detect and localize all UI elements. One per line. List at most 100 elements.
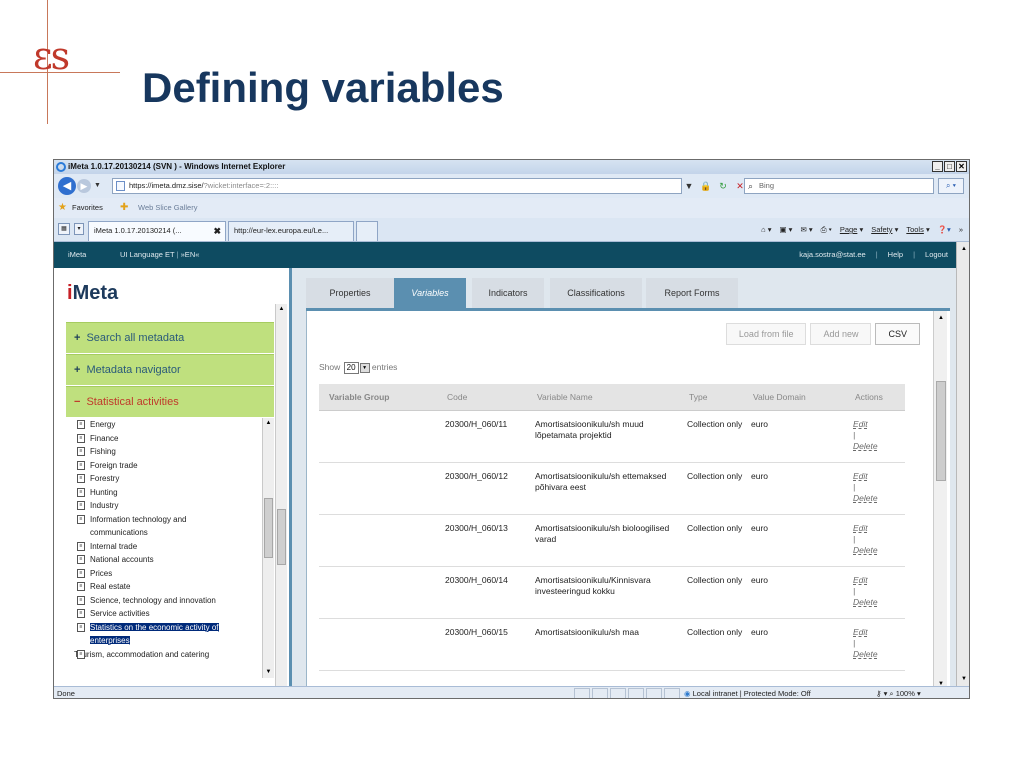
cell-domain: euro (743, 410, 845, 463)
add-new-button[interactable]: Add new (810, 323, 872, 345)
category-item[interactable]: ≡ Fishing (66, 445, 274, 459)
scroll-down-icon[interactable]: ▼ (959, 674, 969, 684)
category-item[interactable]: Tourism, accommodation and catering (66, 648, 274, 661)
delete-link[interactable]: Delete (853, 545, 878, 555)
edit-link[interactable]: Edit (853, 419, 868, 429)
category-item[interactable]: ≡ Forestry (66, 472, 274, 486)
category-item[interactable]: ≡ Service activities (66, 607, 274, 621)
zoom-control[interactable]: ⚷ ▾ ⌕ 100% ▾ (876, 687, 921, 698)
category-label: Internal trade (90, 541, 138, 551)
help-icon[interactable]: ❓▾ (938, 218, 951, 242)
category-item[interactable]: ≡ National accounts (66, 553, 274, 567)
scroll-up-icon[interactable]: ▲ (264, 419, 273, 428)
user-email[interactable]: kaja.sostra@stat.ee (799, 242, 865, 268)
category-list-scrollbar[interactable]: ▲ ▼ (262, 418, 274, 678)
search-go-button[interactable]: ⌕ ▾ (938, 178, 964, 194)
column-header[interactable]: Value Domain (743, 384, 845, 411)
maximize-button[interactable]: □ (944, 161, 955, 172)
safety-menu[interactable]: Safety ▾ (871, 218, 898, 242)
category-item[interactable]: ≡ Information technology and communicatio… (66, 513, 246, 540)
url-input[interactable]: https://imeta.dmz.sise/?wicket:interface… (112, 178, 682, 194)
forward-button[interactable]: ▶ (77, 179, 91, 193)
page-menu[interactable]: Page ▾ (840, 218, 863, 242)
entries-select[interactable]: 20 (343, 362, 359, 374)
csv-button[interactable]: CSV (875, 323, 920, 345)
category-item[interactable]: ≡ Energy (66, 418, 274, 432)
category-item[interactable]: ≡ Hunting (66, 486, 274, 500)
new-tab-button[interactable] (356, 221, 378, 241)
language-selector[interactable]: »EN« (181, 250, 200, 259)
logout-link[interactable]: Logout (925, 242, 948, 268)
edit-link[interactable]: Edit (853, 575, 868, 585)
favorites-star-icon[interactable]: ★ (58, 198, 67, 218)
edit-link[interactable]: Edit (853, 523, 868, 533)
search-input[interactable]: ⌕ Bing (744, 178, 934, 194)
accordion-statistical-activities[interactable]: − Statistical activities (66, 386, 274, 417)
category-item[interactable]: ≡ Industry (66, 499, 274, 513)
pane-divider[interactable] (289, 268, 292, 686)
tab-variables[interactable]: Variables (394, 278, 466, 308)
accordion-metadata-navigator[interactable]: + Metadata navigator (66, 354, 274, 385)
accordion-search-all-metadata[interactable]: + Search all metadata (66, 322, 274, 353)
edit-link[interactable]: Edit (853, 627, 868, 637)
back-button[interactable]: ◀ (58, 177, 76, 195)
delete-link[interactable]: Delete (853, 441, 878, 451)
edit-link[interactable]: Edit (853, 471, 868, 481)
column-header[interactable]: Variable Name (527, 384, 679, 411)
tab-indicators[interactable]: Indicators (472, 278, 544, 308)
web-slice-gallery-link[interactable]: Web Slice Gallery (138, 198, 197, 218)
column-header[interactable]: Variable Group (319, 384, 437, 411)
url-dropdown-icon[interactable]: ▼ (682, 178, 696, 194)
delete-link[interactable]: Delete (853, 493, 878, 503)
category-item[interactable]: ≡ Prices (66, 567, 274, 581)
category-item[interactable]: ≡ Science, technology and innovation (66, 594, 274, 608)
category-item[interactable]: ≡ Foreign trade (66, 459, 274, 473)
home-link[interactable]: iMeta (68, 242, 86, 268)
delete-link[interactable]: Delete (853, 649, 878, 659)
tab-classifications[interactable]: Classifications (550, 278, 642, 308)
scroll-thumb[interactable] (277, 509, 286, 565)
tab-report-forms[interactable]: Report Forms (646, 278, 738, 308)
panel-scrollbar[interactable]: ▲ ▼ (933, 311, 947, 686)
sidebar-scrollbar[interactable]: ▲ ▼ (275, 304, 287, 686)
browser-tab-eurlex[interactable]: http://eur-lex.europa.eu/Le... (228, 221, 354, 241)
category-item[interactable]: ≡ Internal trade (66, 540, 274, 554)
lock-icon[interactable]: 🔒 (699, 178, 713, 194)
print-icon[interactable]: ⎙ ▾ (821, 218, 832, 242)
more-chevron-icon[interactable]: » (959, 218, 963, 242)
refresh-icon[interactable]: ↻ (716, 178, 730, 194)
help-link[interactable]: Help (888, 242, 903, 268)
scroll-down-icon[interactable]: ▼ (264, 668, 273, 677)
category-item[interactable]: ≡ Finance (66, 432, 274, 446)
scroll-down-icon[interactable]: ▼ (936, 679, 946, 686)
security-zone[interactable]: ◉ Local intranet | Protected Mode: Off (684, 687, 811, 698)
scroll-thumb[interactable] (936, 381, 946, 481)
close-window-button[interactable]: ✕ (956, 161, 967, 172)
column-header[interactable]: Type (679, 384, 743, 411)
close-tab-icon[interactable]: ✖ (213, 222, 221, 240)
favorites-button[interactable]: Favorites (72, 198, 103, 218)
scroll-up-icon[interactable]: ▲ (277, 305, 286, 314)
chevron-down-icon[interactable]: ▼ (359, 362, 370, 373)
quick-tabs-icon[interactable]: ▦ (58, 223, 70, 235)
cell-actions: Edit | Delete (845, 566, 905, 619)
history-dropdown-icon[interactable]: ▼ (94, 182, 101, 189)
minimize-button[interactable]: _ (932, 161, 943, 172)
tab-list-icon[interactable]: ▾ (74, 223, 84, 235)
feeds-icon[interactable]: ▣ ▾ (780, 218, 793, 242)
tools-menu[interactable]: Tools ▾ (906, 218, 929, 242)
tab-properties[interactable]: Properties (306, 278, 394, 308)
scroll-up-icon[interactable]: ▲ (936, 313, 946, 323)
category-item-selected[interactable]: ≡ Statistics on the economic activity of … (66, 621, 248, 648)
category-item[interactable]: ≡ Real estate (66, 580, 274, 594)
scroll-up-icon[interactable]: ▲ (959, 244, 969, 254)
mail-icon[interactable]: ✉ ▾ (800, 218, 812, 242)
column-header[interactable]: Code (437, 384, 527, 411)
home-icon[interactable]: ⌂ ▾ (761, 218, 771, 242)
browser-tab-imeta[interactable]: iMeta 1.0.17.20130214 (... ✖ (88, 221, 226, 241)
load-from-file-button[interactable]: Load from file (725, 323, 807, 345)
delete-link[interactable]: Delete (853, 597, 878, 607)
add-favorite-icon[interactable]: ✚ (120, 198, 128, 218)
browser-scrollbar[interactable]: ▲ ▼ (956, 242, 969, 686)
scroll-thumb[interactable] (264, 498, 273, 558)
